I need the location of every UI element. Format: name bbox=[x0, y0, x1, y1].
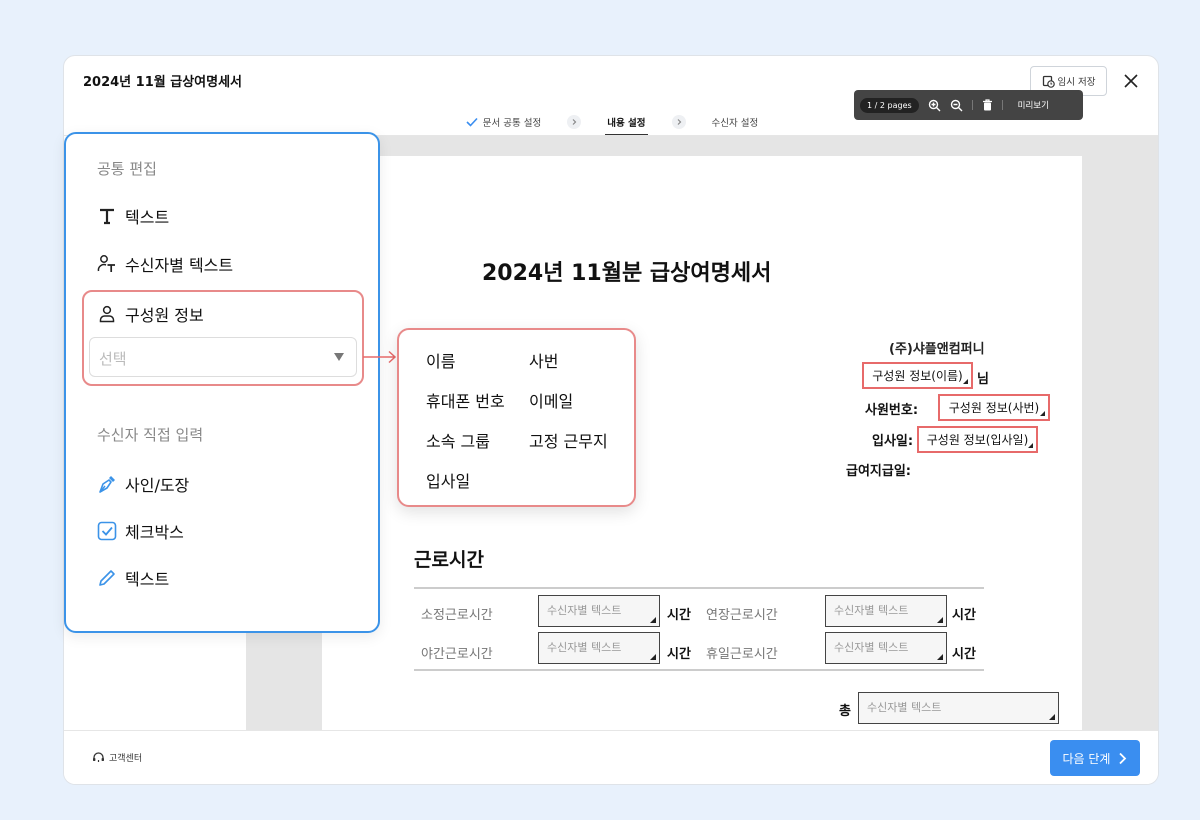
table-top-line bbox=[414, 587, 984, 589]
zoom-in-icon[interactable] bbox=[928, 99, 941, 112]
help-center-link[interactable]: 고객센터 bbox=[92, 751, 142, 764]
toolbar-divider bbox=[1001, 100, 1003, 110]
employee-number-label: 사원번호: bbox=[865, 403, 919, 418]
member-info-select[interactable]: 선택 bbox=[89, 337, 357, 377]
close-button[interactable] bbox=[1120, 70, 1142, 92]
check-icon bbox=[466, 117, 478, 127]
direct-input-heading: 수신자 직접 입력 bbox=[97, 426, 204, 444]
common-edit-heading: 공통 편집 bbox=[97, 160, 157, 178]
payday-label: 급여지급일: bbox=[846, 464, 911, 479]
option-phone[interactable]: 휴대폰 번호 bbox=[426, 388, 505, 412]
company-name: (주)샤플앤컴퍼니 bbox=[889, 342, 985, 357]
palette-item-checkbox[interactable]: 체크박스 bbox=[97, 519, 184, 543]
palette-item-label: 체크박스 bbox=[125, 523, 184, 542]
work-hours-section-title: 근로시간 bbox=[414, 549, 484, 571]
step-label: 내용 설정 bbox=[607, 118, 646, 129]
pencil-icon bbox=[97, 568, 117, 588]
help-center-label: 고객센터 bbox=[109, 754, 143, 764]
overtime-hours-label: 연장근로시간 bbox=[706, 608, 778, 623]
hours-unit: 시간 bbox=[667, 608, 691, 623]
name-suffix: 님 bbox=[977, 372, 989, 387]
total-label: 총 bbox=[839, 704, 851, 719]
step-common-settings[interactable]: 문서 공통 설정 bbox=[462, 108, 545, 136]
option-email[interactable]: 이메일 bbox=[529, 388, 573, 412]
step-recipient-settings[interactable]: 수신자 설정 bbox=[708, 108, 763, 136]
chevron-right-icon bbox=[671, 115, 686, 129]
pen-nib-icon bbox=[97, 474, 117, 494]
chevron-right-icon bbox=[567, 115, 582, 129]
preview-button[interactable]: 미리보기 bbox=[1018, 99, 1049, 111]
option-employee-number[interactable]: 사번 bbox=[529, 348, 558, 372]
join-date-label: 입사일: bbox=[872, 434, 914, 449]
dropdown-arrow-icon bbox=[334, 353, 344, 361]
close-icon bbox=[1124, 74, 1138, 88]
zoom-out-icon[interactable] bbox=[950, 99, 963, 112]
save-clock-icon bbox=[1042, 75, 1055, 88]
step-content-settings[interactable]: 내용 설정 bbox=[603, 108, 649, 136]
member-info-group: 구성원 정보 선택 bbox=[82, 290, 364, 386]
holiday-hours-input[interactable]: 수신자별 텍스트 bbox=[825, 632, 947, 664]
total-input[interactable]: 수신자별 텍스트 bbox=[858, 692, 1059, 724]
footer: 고객센터 다음 단계 bbox=[64, 730, 1158, 784]
option-name[interactable]: 이름 bbox=[426, 348, 455, 372]
person-icon bbox=[97, 304, 117, 324]
step-label: 문서 공통 설정 bbox=[482, 118, 542, 129]
overtime-hours-input[interactable]: 수신자별 텍스트 bbox=[825, 595, 947, 627]
step-label: 수신자 설정 bbox=[711, 118, 759, 129]
temp-save-label: 임시 저장 bbox=[1057, 77, 1096, 88]
member-info-options-popup: 이름 사번 휴대폰 번호 이메일 소속 그룹 고정 근무지 입사일 bbox=[397, 328, 636, 507]
palette-item-label: 텍스트 bbox=[125, 208, 170, 227]
regular-hours-input[interactable]: 수신자별 텍스트 bbox=[538, 595, 660, 627]
next-step-button[interactable]: 다음 단계 bbox=[1050, 740, 1140, 776]
page-indicator: 1 / 2 pages bbox=[860, 97, 919, 113]
hours-unit: 시간 bbox=[667, 647, 691, 662]
select-placeholder: 선택 bbox=[99, 350, 127, 368]
palette-item-label: 구성원 정보 bbox=[125, 306, 204, 325]
palette-item-direct-text[interactable]: 텍스트 bbox=[97, 566, 169, 590]
table-bottom-line bbox=[414, 669, 984, 671]
person-text-icon bbox=[97, 254, 117, 274]
palette-item-label: 수신자별 텍스트 bbox=[125, 256, 234, 275]
hours-unit: 시간 bbox=[952, 608, 976, 623]
regular-hours-label: 소정근로시간 bbox=[421, 608, 493, 623]
canvas-gutter-top bbox=[322, 136, 1082, 156]
option-group[interactable]: 소속 그룹 bbox=[426, 428, 490, 452]
palette-item-member-info[interactable]: 구성원 정보 bbox=[97, 302, 204, 326]
palette-item-label: 사인/도장 bbox=[125, 476, 190, 495]
headset-icon bbox=[93, 752, 104, 762]
member-employee-number-field[interactable]: 구성원 정보(사번) bbox=[938, 394, 1050, 421]
chevron-right-icon bbox=[1119, 752, 1127, 764]
viewer-toolbar: 1 / 2 pages 미리보기 bbox=[854, 90, 1083, 120]
arrow-right-icon bbox=[363, 350, 397, 364]
toolbar-divider bbox=[971, 100, 973, 110]
member-join-date-field[interactable]: 구성원 정보(입사일) bbox=[917, 426, 1038, 453]
canvas-gutter-right bbox=[1082, 136, 1158, 731]
night-hours-label: 야간근로시간 bbox=[421, 647, 493, 662]
window-title: 2024년 11월 급상여명세서 bbox=[83, 75, 243, 90]
next-step-label: 다음 단계 bbox=[1062, 751, 1111, 766]
trash-icon[interactable] bbox=[982, 99, 993, 111]
palette-item-signature[interactable]: 사인/도장 bbox=[97, 472, 189, 496]
option-join-date[interactable]: 입사일 bbox=[426, 468, 470, 492]
holiday-hours-label: 휴일근로시간 bbox=[706, 647, 778, 662]
palette-item-text[interactable]: 텍스트 bbox=[97, 204, 169, 228]
field-palette-panel: 공통 편집 텍스트 수신자별 텍스트 구성원 정보 선택 수신자 직접 입력 사… bbox=[64, 132, 380, 633]
text-t-icon bbox=[97, 206, 117, 226]
member-name-field[interactable]: 구성원 정보(이름) bbox=[862, 362, 973, 389]
checkbox-icon bbox=[97, 521, 117, 541]
palette-item-label: 텍스트 bbox=[125, 570, 170, 589]
palette-item-recipient-text[interactable]: 수신자별 텍스트 bbox=[97, 252, 233, 276]
document-title: 2024년 11월분 급상여명세서 bbox=[482, 261, 772, 286]
option-workplace[interactable]: 고정 근무지 bbox=[529, 428, 608, 452]
night-hours-input[interactable]: 수신자별 텍스트 bbox=[538, 632, 660, 664]
hours-unit: 시간 bbox=[952, 647, 976, 662]
